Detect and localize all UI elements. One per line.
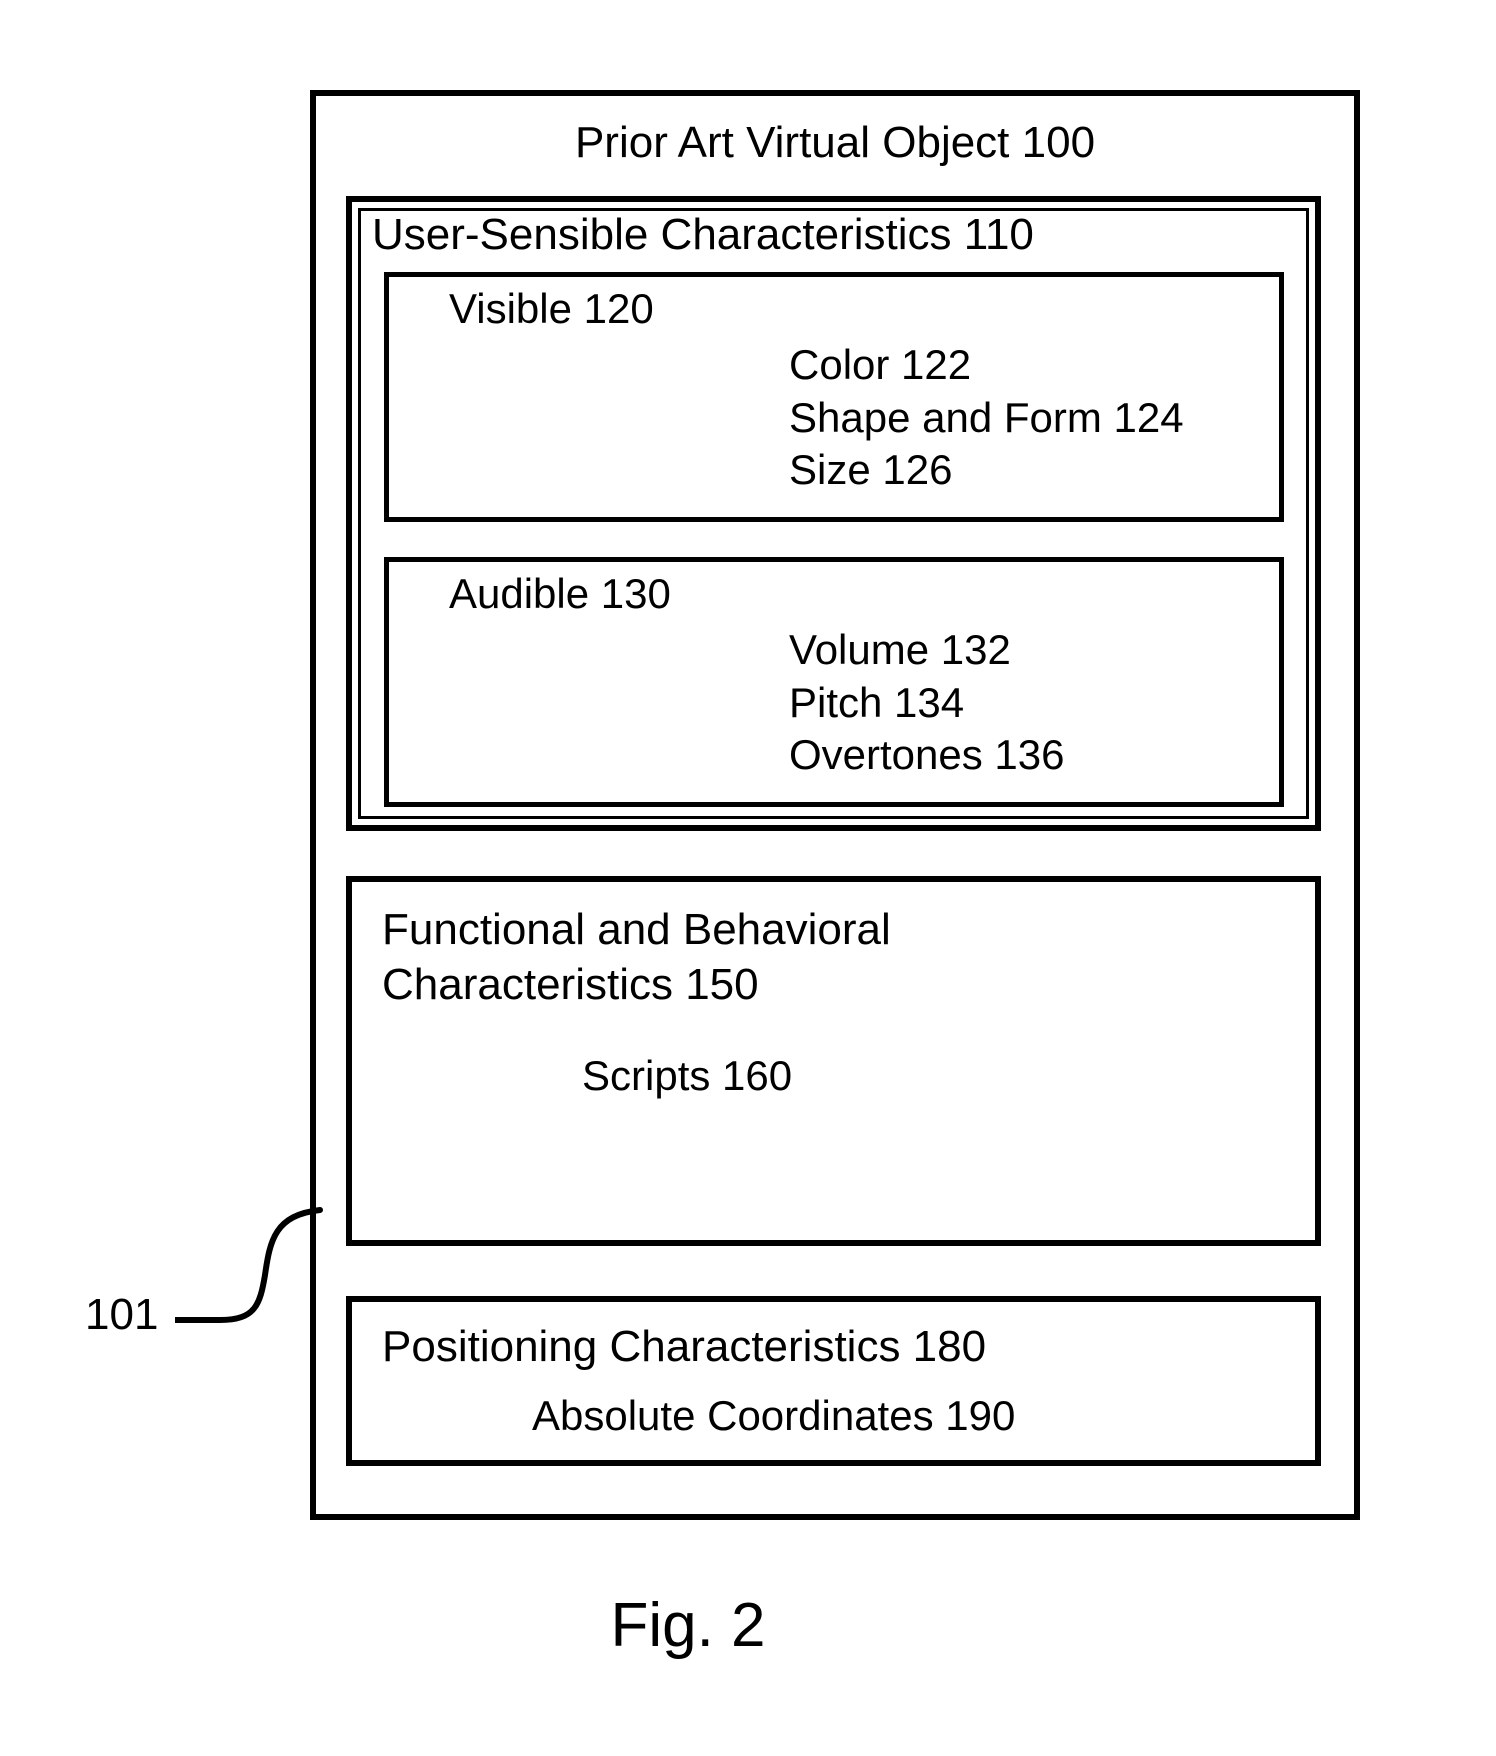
visible-item: Size 126 — [789, 444, 1184, 497]
functional-scripts: Scripts 160 — [582, 1052, 792, 1100]
audible-box: Audible 130 Volume 132 Pitch 134 Overton… — [384, 557, 1284, 807]
functional-title-line1: Functional and Behavioral — [382, 905, 891, 954]
visible-box: Visible 120 Color 122 Shape and Form 124… — [384, 272, 1284, 522]
audible-item: Pitch 134 — [789, 677, 1065, 730]
audible-list: Volume 132 Pitch 134 Overtones 136 — [789, 624, 1065, 782]
positioning-coords: Absolute Coordinates 190 — [532, 1392, 1015, 1440]
visible-item: Color 122 — [789, 339, 1184, 392]
functional-box: Functional and Behavioral Characteristic… — [346, 876, 1321, 1246]
user-sensible-title: User-Sensible Characteristics 110 — [372, 210, 1034, 260]
figure-label: Fig. 2 — [0, 1590, 1376, 1661]
visible-title: Visible 120 — [449, 285, 654, 333]
audible-title: Audible 130 — [449, 570, 671, 618]
diagram-canvas: Prior Art Virtual Object 100 User-Sensib… — [0, 0, 1496, 1756]
outer-title: Prior Art Virtual Object 100 — [316, 118, 1354, 168]
visible-list: Color 122 Shape and Form 124 Size 126 — [789, 339, 1184, 497]
outer-box: Prior Art Virtual Object 100 User-Sensib… — [310, 90, 1360, 1520]
audible-item: Volume 132 — [789, 624, 1065, 677]
lead-label: 101 — [85, 1290, 158, 1340]
visible-item: Shape and Form 124 — [789, 392, 1184, 445]
lead-line — [175, 1200, 330, 1360]
positioning-box: Positioning Characteristics 180 Absolute… — [346, 1296, 1321, 1466]
user-sensible-box: User-Sensible Characteristics 110 Visibl… — [346, 196, 1321, 831]
positioning-title: Positioning Characteristics 180 — [382, 1322, 986, 1372]
audible-item: Overtones 136 — [789, 729, 1065, 782]
functional-title-line2: Characteristics 150 — [382, 960, 759, 1009]
functional-title: Functional and Behavioral Characteristic… — [382, 902, 891, 1012]
